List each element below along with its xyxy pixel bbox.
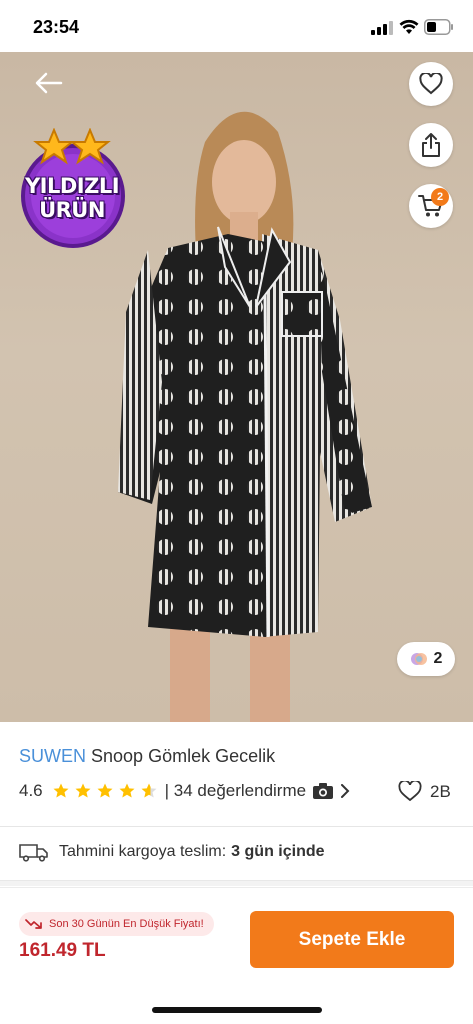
- rating-value: 4.6: [19, 781, 43, 800]
- color-swatch-icon: [410, 653, 427, 665]
- battery-icon: [424, 19, 453, 35]
- star-icon: [97, 783, 113, 798]
- delivery-info: Tahmini kargoya teslim: 3 gün içinde: [19, 842, 325, 862]
- signal-icon: [371, 21, 393, 35]
- brand-link[interactable]: SUWEN: [19, 746, 86, 766]
- rating-stars: [53, 783, 157, 799]
- share-icon: [422, 133, 440, 157]
- truck-icon: [19, 844, 48, 862]
- divider: [0, 826, 473, 827]
- review-count[interactable]: | 34 değerlendirme: [165, 781, 306, 801]
- lowest-price-label: Son 30 Günün En Düşük Fiyatı!: [49, 918, 204, 930]
- back-arrow-icon: [35, 72, 63, 94]
- heart-outline-icon: [398, 781, 422, 802]
- variant-count: 2: [433, 650, 443, 667]
- status-bar: 23:54: [0, 0, 473, 52]
- camera-icon: [313, 783, 334, 799]
- color-variants-button[interactable]: 2: [397, 642, 455, 676]
- lowest-price-badge: Son 30 Günün En Düşük Fiyatı!: [19, 912, 214, 936]
- delivery-label: Tahmini kargoya teslim:: [59, 843, 227, 860]
- status-time: 23:54: [33, 17, 80, 37]
- section-divider: [0, 880, 473, 886]
- favorite-button[interactable]: [409, 62, 453, 106]
- badge-label-line1: YILDIZLI: [24, 174, 120, 198]
- chevron-right-icon: [341, 784, 350, 798]
- star-icon: [75, 783, 91, 798]
- wifi-icon: [399, 19, 419, 34]
- price: 161.49 TL: [19, 940, 106, 961]
- product-title: SUWEN Snoop Gömlek Gecelik: [19, 746, 275, 767]
- home-indicator: [152, 1007, 322, 1013]
- add-to-cart-button[interactable]: Sepete Ekle: [250, 911, 454, 968]
- like-button[interactable]: 2B: [398, 781, 451, 802]
- trend-down-icon: [25, 919, 42, 929]
- half-star-icon: [141, 783, 157, 798]
- like-count: 2B: [430, 781, 451, 801]
- share-button[interactable]: [409, 123, 453, 167]
- delivery-value: 3 gün içinde: [231, 843, 325, 860]
- badge-label-line2: ÜRÜN: [39, 198, 105, 222]
- star-icon: [53, 783, 69, 798]
- heart-icon: [419, 73, 443, 95]
- star-icon: [119, 783, 135, 798]
- product-name: Snoop Gömlek Gecelik: [91, 746, 276, 766]
- back-button[interactable]: [30, 68, 68, 98]
- rating-row[interactable]: 4.6 | 34 değerlendirme: [19, 781, 350, 801]
- cart-count-badge: 2: [431, 188, 449, 206]
